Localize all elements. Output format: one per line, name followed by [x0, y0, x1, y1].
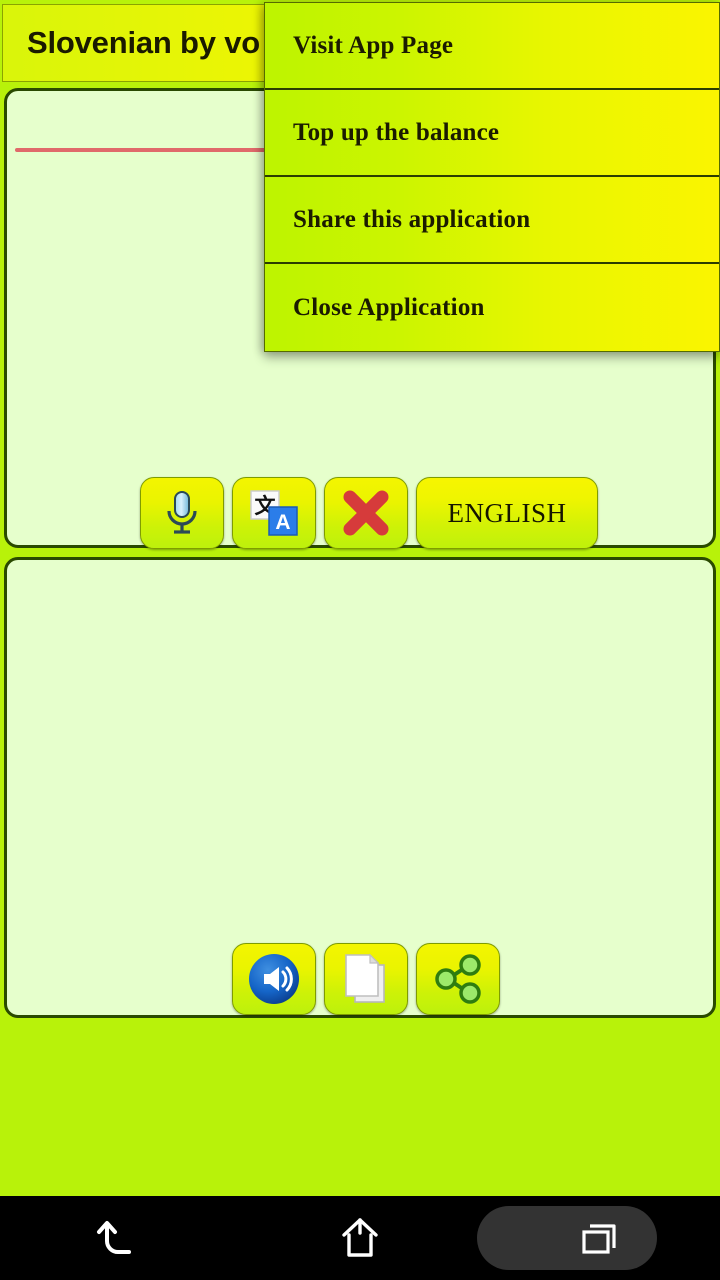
menu-item-visit-app-page[interactable]: Visit App Page: [265, 3, 719, 90]
share-nodes-icon: [432, 953, 484, 1005]
menu-item-label: Share this application: [293, 205, 531, 233]
copy-icon: [340, 952, 392, 1006]
translate-icon: 文 A: [250, 490, 298, 536]
speaker-icon: [246, 951, 302, 1007]
clear-button[interactable]: [324, 477, 408, 549]
microphone-button[interactable]: [140, 477, 224, 549]
output-panel: [4, 557, 716, 1018]
translate-button[interactable]: 文 A: [232, 477, 316, 549]
close-x-icon: [341, 488, 391, 538]
back-button[interactable]: [0, 1196, 240, 1280]
home-icon: [335, 1213, 385, 1263]
android-navigation-bar: [0, 1196, 720, 1280]
input-button-row: 文 A ENGLISH: [140, 477, 598, 549]
language-button-label: ENGLISH: [447, 497, 567, 528]
share-button[interactable]: [416, 943, 500, 1015]
application-window: Slovenian by vo 文 A ENGLISH Visit App Pa…: [0, 0, 720, 1196]
home-button[interactable]: [240, 1196, 480, 1280]
speak-button[interactable]: [232, 943, 316, 1015]
svg-text:A: A: [275, 511, 290, 534]
overflow-menu: Visit App Page Top up the balance Share …: [264, 2, 720, 352]
copy-button[interactable]: [324, 943, 408, 1015]
menu-item-top-up-balance[interactable]: Top up the balance: [265, 90, 719, 177]
back-arrow-icon: [95, 1214, 145, 1262]
menu-item-label: Visit App Page: [293, 31, 454, 59]
menu-item-label: Top up the balance: [293, 118, 500, 146]
menu-item-close-application[interactable]: Close Application: [265, 264, 719, 351]
menu-item-label: Close Application: [293, 293, 485, 321]
page-title: Slovenian by vo: [27, 25, 261, 60]
output-button-row: [232, 943, 500, 1015]
microphone-icon: [160, 489, 204, 537]
recents-button[interactable]: [480, 1196, 720, 1280]
language-button[interactable]: ENGLISH: [416, 477, 598, 549]
menu-item-share-application[interactable]: Share this application: [265, 177, 719, 264]
recents-icon: [577, 1215, 623, 1261]
